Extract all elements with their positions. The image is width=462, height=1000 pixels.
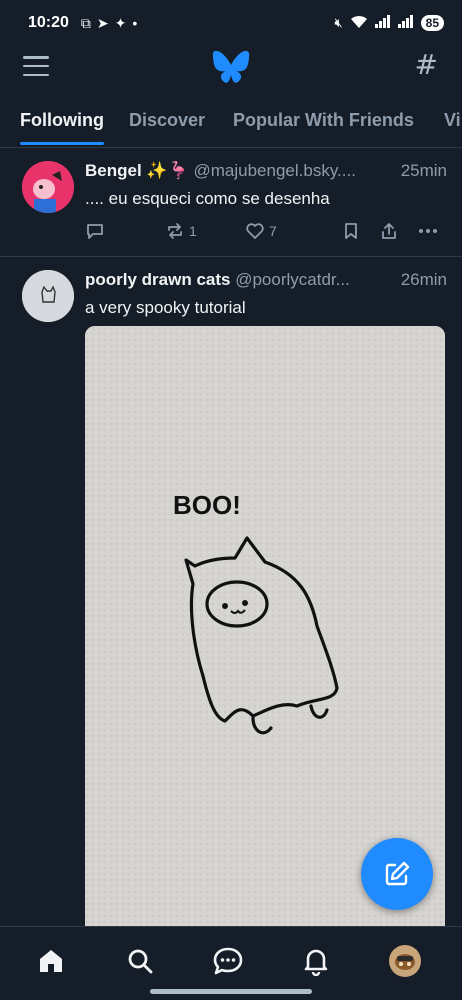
heart-icon bbox=[246, 223, 264, 239]
search-icon[interactable] bbox=[122, 943, 158, 979]
post-text: a very spooky tutorial bbox=[85, 298, 246, 317]
mute-icon: 🔇︎ bbox=[334, 15, 343, 30]
compose-post-button[interactable] bbox=[361, 838, 433, 910]
reply-button[interactable] bbox=[85, 221, 105, 241]
author-handle[interactable]: @majubengel.bsky.... bbox=[193, 161, 355, 180]
post-image[interactable]: BOO! bbox=[85, 326, 445, 926]
signal-icon bbox=[374, 15, 391, 31]
signal-icon-2 bbox=[397, 15, 414, 31]
feed-post[interactable]: Bengel ✨🦩 @majubengel.bsky.... 25min ...… bbox=[0, 149, 462, 257]
post-text: .... eu esqueci como se desenha bbox=[85, 189, 330, 208]
active-tab-indicator bbox=[20, 142, 104, 145]
tab-next-partial[interactable]: Vi bbox=[444, 110, 461, 131]
author-name[interactable]: poorly drawn cats bbox=[85, 270, 230, 289]
wifi-icon bbox=[350, 15, 368, 32]
top-app-bar: # bbox=[0, 46, 462, 86]
avatar[interactable] bbox=[22, 161, 74, 213]
repost-button[interactable]: 1 bbox=[165, 221, 197, 241]
dot-icon: • bbox=[132, 15, 138, 31]
bookmark-icon bbox=[345, 223, 357, 239]
tab-following[interactable]: Following bbox=[20, 110, 104, 131]
ellipsis-icon bbox=[419, 229, 437, 233]
profile-avatar[interactable] bbox=[387, 943, 423, 979]
share-icon bbox=[382, 223, 396, 239]
chat-icon[interactable] bbox=[210, 943, 246, 979]
author-handle[interactable]: @poorlycatdr... bbox=[235, 270, 350, 289]
feed-tabs: Following Discover Popular With Friends … bbox=[0, 96, 462, 148]
feed-post[interactable]: poorly drawn cats @poorlycatdr... 26min … bbox=[0, 258, 462, 926]
gesture-home-indicator[interactable] bbox=[150, 989, 312, 994]
bookmark-button[interactable] bbox=[341, 221, 361, 241]
share-button[interactable] bbox=[379, 221, 399, 241]
repost-count: 1 bbox=[189, 223, 197, 239]
like-count: 7 bbox=[269, 223, 277, 239]
tab-popular-with-friends[interactable]: Popular With Friends bbox=[233, 110, 414, 131]
compose-icon bbox=[385, 861, 410, 886]
author-name[interactable]: Bengel ✨🦩 bbox=[85, 161, 189, 180]
image-caption-boo: BOO! bbox=[173, 490, 241, 520]
screenshot-icon: ⧉ bbox=[80, 14, 91, 31]
post-actions: 1 7 bbox=[85, 221, 445, 245]
repost-icon bbox=[168, 223, 182, 239]
status-system-icons: 🔇︎ 85 bbox=[334, 15, 444, 32]
post-time[interactable]: 25min bbox=[396, 161, 447, 181]
post-header: poorly drawn cats @poorlycatdr... 26min bbox=[85, 270, 447, 290]
status-time: 10:20 bbox=[28, 14, 69, 31]
battery-level: 85 bbox=[420, 15, 444, 31]
post-time[interactable]: 26min bbox=[396, 270, 447, 290]
maple-leaf-icon: ✦ bbox=[114, 14, 127, 31]
bluesky-butterfly-icon[interactable] bbox=[212, 50, 250, 89]
telegram-icon: ➤ bbox=[96, 14, 109, 31]
hashtag-feeds-icon[interactable]: # bbox=[415, 48, 438, 81]
home-icon[interactable] bbox=[33, 943, 69, 979]
more-options-button[interactable] bbox=[417, 221, 439, 241]
tab-discover[interactable]: Discover bbox=[129, 110, 205, 131]
like-button[interactable]: 7 bbox=[245, 221, 277, 241]
menu-icon[interactable] bbox=[22, 54, 50, 78]
status-notification-icons: ⧉ ➤ ✦ • bbox=[81, 15, 137, 32]
post-header: Bengel ✨🦩 @majubengel.bsky.... 25min bbox=[85, 161, 447, 181]
avatar[interactable] bbox=[22, 270, 74, 322]
bell-icon[interactable] bbox=[298, 943, 334, 979]
status-bar: 10:20 ⧉ ➤ ✦ • 🔇︎ 85 bbox=[0, 0, 462, 46]
reply-icon bbox=[87, 224, 103, 239]
